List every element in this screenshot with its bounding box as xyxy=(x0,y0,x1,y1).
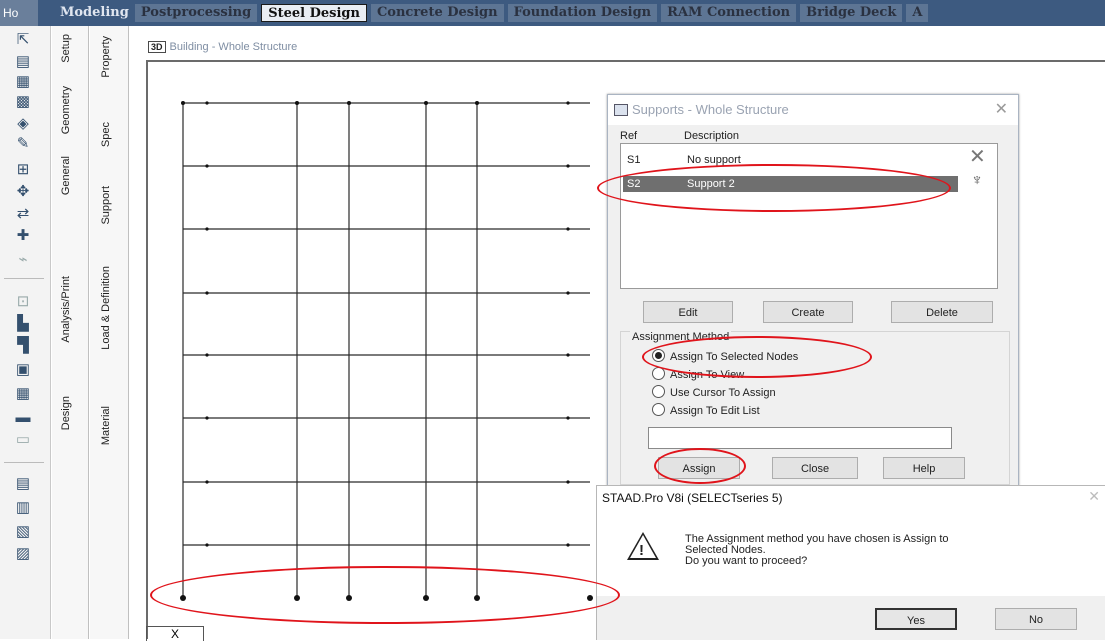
message-text: The Assignment method you have chosen is… xyxy=(685,534,949,567)
edit-list-field[interactable] xyxy=(648,427,952,449)
radio-use-cursor[interactable]: Use Cursor To Assign xyxy=(652,385,776,401)
node xyxy=(295,101,299,105)
node xyxy=(205,416,209,420)
node xyxy=(566,291,570,295)
supports-dialog: Supports - Whole Structure ✕ Ref Descript… xyxy=(607,94,1019,488)
node xyxy=(181,101,185,105)
close-button[interactable]: Close xyxy=(772,457,858,479)
frame-members xyxy=(182,102,590,598)
no-button[interactable]: No xyxy=(995,608,1077,630)
highlight-ellipse-method xyxy=(642,336,872,378)
edit-button[interactable]: Edit xyxy=(643,301,733,323)
yes-button[interactable]: Yes xyxy=(875,608,957,630)
column-header-description[interactable]: Description xyxy=(684,130,739,142)
node xyxy=(205,227,209,231)
warning-exclamation-icon: ! xyxy=(639,542,644,559)
support-ref: S1 xyxy=(627,154,641,166)
close-icon[interactable]: ✕ xyxy=(1088,488,1100,505)
delete-button[interactable]: Delete xyxy=(891,301,993,323)
highlight-ellipse-assign xyxy=(654,448,746,484)
help-button[interactable]: Help xyxy=(883,457,965,479)
highlight-ellipse-base-nodes xyxy=(150,566,620,624)
nodes xyxy=(180,101,593,601)
node xyxy=(566,353,570,357)
close-icon[interactable]: ✕ xyxy=(995,95,1008,125)
confirm-message-box: STAAD.Pro V8i (SELECTseries 5) ✕ ! The A… xyxy=(596,485,1105,640)
node xyxy=(205,480,209,484)
radio-label: Use Cursor To Assign xyxy=(670,387,776,399)
radio-assign-edit-list[interactable]: Assign To Edit List xyxy=(652,403,760,419)
node xyxy=(205,164,209,168)
radio-label: Assign To Edit List xyxy=(670,405,760,417)
node xyxy=(347,101,351,105)
column-header-ref[interactable]: Ref xyxy=(620,130,637,142)
node xyxy=(205,101,209,105)
radio-dot[interactable] xyxy=(652,403,665,416)
message-line: Do you want to proceed? xyxy=(685,555,808,567)
unassign-icon[interactable]: ✕ xyxy=(969,144,986,169)
node xyxy=(205,353,209,357)
node xyxy=(566,101,570,105)
dialog-titlebar: Supports - Whole Structure ✕ xyxy=(608,95,1018,125)
highlight-ellipse-support xyxy=(597,164,951,212)
message-title: STAAD.Pro V8i (SELECTseries 5) xyxy=(602,491,783,505)
node xyxy=(566,164,570,168)
node xyxy=(475,101,479,105)
radio-dot[interactable] xyxy=(652,385,665,398)
support-symbol-icon[interactable]: ♆ xyxy=(971,172,983,190)
dialog-icon xyxy=(614,104,628,116)
node xyxy=(566,416,570,420)
node xyxy=(205,543,209,547)
node xyxy=(424,101,428,105)
dialog-title: Supports - Whole Structure xyxy=(632,102,789,117)
node xyxy=(566,227,570,231)
node xyxy=(566,480,570,484)
create-button[interactable]: Create xyxy=(763,301,853,323)
node xyxy=(566,543,570,547)
message-button-bar: Yes No xyxy=(597,596,1105,640)
node xyxy=(205,291,209,295)
